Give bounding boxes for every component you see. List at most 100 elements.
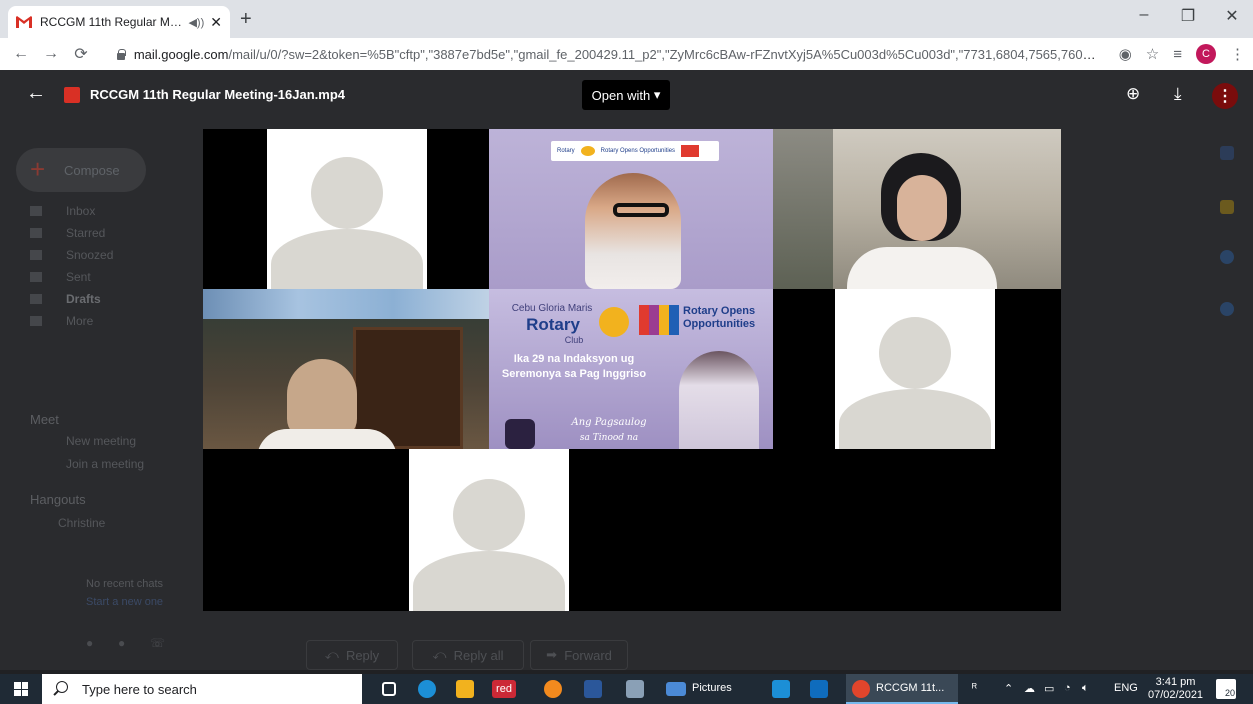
chevron-down-icon	[30, 316, 42, 326]
phone-icon[interactable]: ☏	[150, 636, 165, 650]
banner-line-1: Ika 29 na Indaksyon ug	[513, 353, 635, 365]
send-icon	[30, 272, 42, 282]
banner-rotary: Rotary	[526, 315, 580, 334]
outlook-icon[interactable]	[810, 680, 828, 698]
tab-strip: RCCGM 11th Regular Meetin ◀)) ✕ + – ❐ ✕	[0, 0, 1253, 38]
compose-button[interactable]: + Compose	[16, 148, 146, 192]
video-player[interactable]: Rotary Rotary Opens Opportunities Cebu G…	[203, 129, 1061, 611]
volume-icon[interactable]: 🔈︎	[1082, 682, 1089, 695]
new-meeting-link[interactable]: New meeting	[66, 434, 136, 448]
minimize-button[interactable]: –	[1124, 6, 1164, 24]
chat-bubble-icon[interactable]: ●	[118, 636, 125, 650]
lock-icon[interactable]	[116, 48, 126, 60]
back-arrow-icon[interactable]: ←	[26, 82, 46, 105]
browser-tab[interactable]: RCCGM 11th Regular Meetin ◀)) ✕	[8, 6, 230, 38]
shirt-shape	[847, 247, 997, 289]
wifi-icon[interactable]: ◔	[1064, 682, 1071, 694]
hangouts-heading: Hangouts	[30, 492, 86, 507]
banner-club: Club	[564, 335, 584, 345]
search-icon	[56, 681, 68, 693]
download-icon[interactable]: ⤓	[1174, 84, 1182, 104]
profile-avatar[interactable]: C	[1196, 44, 1216, 64]
nav-drafts[interactable]: Drafts	[30, 288, 113, 310]
people-icon[interactable]: ᴿ	[972, 682, 977, 694]
media-control-icon[interactable]: ≡	[1173, 46, 1182, 63]
participant-tile-home	[203, 289, 489, 449]
nav-starred[interactable]: Starred	[30, 222, 113, 244]
notes-icon[interactable]	[626, 680, 644, 698]
onedrive-icon[interactable]: ☁	[1024, 682, 1035, 695]
person-shirt	[257, 429, 397, 449]
notification-center-icon[interactable]: 20	[1216, 679, 1236, 699]
keep-icon[interactable]	[1220, 200, 1234, 214]
rotary-wheel-icon	[599, 307, 629, 337]
calendar-icon[interactable]	[1220, 146, 1234, 160]
contacts-icon[interactable]	[1220, 302, 1234, 316]
participant-tile-speaker: Rotary Rotary Opens Opportunities	[489, 129, 773, 289]
pictures-label[interactable]: Pictures	[692, 682, 732, 694]
url-field[interactable]: mail.google.com/mail/u/0/?sw=2&token=%5B…	[110, 40, 1100, 68]
open-with-button[interactable]: Open with ▾	[582, 80, 670, 110]
new-tab-button[interactable]: +	[240, 8, 252, 31]
avatar-body	[413, 551, 565, 611]
nav-more[interactable]: More	[30, 310, 113, 332]
pictures-folder-icon[interactable]	[666, 682, 686, 696]
chrome-icon	[852, 680, 870, 698]
join-meeting-link[interactable]: Join a meeting	[66, 457, 144, 471]
compose-label: Compose	[64, 162, 120, 178]
person-head	[287, 359, 357, 439]
avatar-head	[311, 157, 383, 229]
audio-playing-icon[interactable]: ◀))	[188, 16, 204, 29]
reload-button[interactable]: ⟳	[66, 44, 96, 64]
restore-button[interactable]: ❐	[1168, 6, 1208, 26]
battery-icon[interactable]: ▭	[1044, 682, 1054, 695]
banner-script-1: Ang Pagsaulog	[571, 417, 647, 428]
close-tab-icon[interactable]: ✕	[210, 14, 222, 31]
chevron-up-icon[interactable]: ⌃	[1004, 682, 1013, 695]
word-icon[interactable]	[584, 680, 602, 698]
nav-inbox[interactable]: Inbox	[30, 200, 113, 222]
person-icon[interactable]: ●	[86, 636, 93, 650]
taskbar-search[interactable]: Type here to search	[42, 674, 362, 704]
task-view-icon[interactable]	[382, 682, 396, 696]
banner-script-2: sa Tinood na	[579, 433, 639, 443]
forward-button[interactable]: →	[36, 45, 66, 63]
file-name: RCCGM 11th Regular Meeting-16Jan.mp4	[90, 87, 345, 102]
hangouts-user[interactable]: Christine	[58, 516, 105, 530]
sewing-machine-shape	[505, 419, 535, 449]
edge-icon[interactable]	[418, 680, 436, 698]
tab-title: RCCGM 11th Regular Meetin	[40, 15, 183, 29]
eye-icon[interactable]: ◉	[1119, 45, 1132, 63]
language-indicator[interactable]: ENG	[1114, 682, 1138, 694]
red-app-icon[interactable]: red	[492, 680, 516, 698]
start-new-chat-link[interactable]: Start a new one	[86, 596, 163, 608]
filipiniana-figure	[679, 351, 759, 449]
reply-button[interactable]: ⤺ Reply	[306, 640, 398, 670]
avatar-head	[453, 479, 525, 551]
tasks-icon[interactable]	[1220, 250, 1234, 264]
clock[interactable]: 3:41 pm 07/02/2021	[1148, 676, 1203, 702]
store-icon[interactable]	[456, 680, 474, 698]
windows-start-icon[interactable]	[14, 682, 28, 696]
plus-icon: +	[30, 154, 46, 184]
club-badge-icon	[681, 145, 700, 157]
reply-all-button[interactable]: ⤺ Reply all	[412, 640, 524, 670]
rotary-banner-tile: Cebu Gloria Maris Rotary Club Rotary Ope…	[489, 289, 773, 449]
nav-sent[interactable]: Sent	[30, 266, 113, 288]
nav-snoozed[interactable]: Snoozed	[30, 244, 113, 266]
banner-org: Cebu Gloria Maris	[511, 303, 593, 314]
add-to-drive-icon[interactable]: ⊕	[1126, 84, 1140, 104]
back-button[interactable]: ←	[6, 45, 36, 63]
viewer-toolbar: ← RCCGM 11th Regular Meeting-16Jan.mp4 O…	[0, 70, 1253, 120]
close-window-button[interactable]: ✕	[1212, 6, 1252, 26]
decor-garland	[203, 289, 489, 319]
firefox-icon[interactable]	[544, 680, 562, 698]
opportunities-doors-icon	[639, 305, 679, 335]
url-path: /mail/u/0/?sw=2&token=%5B"cftp","3887e7b…	[228, 46, 1100, 62]
menu-icon[interactable]: ⋮	[1230, 45, 1245, 63]
mail-icon[interactable]	[772, 680, 790, 698]
avatar-head	[879, 317, 951, 389]
forward-button[interactable]: ➡ Forward	[530, 640, 628, 670]
star-icon[interactable]: ☆	[1146, 45, 1159, 63]
more-options-icon[interactable]: ⋮	[1212, 83, 1238, 109]
